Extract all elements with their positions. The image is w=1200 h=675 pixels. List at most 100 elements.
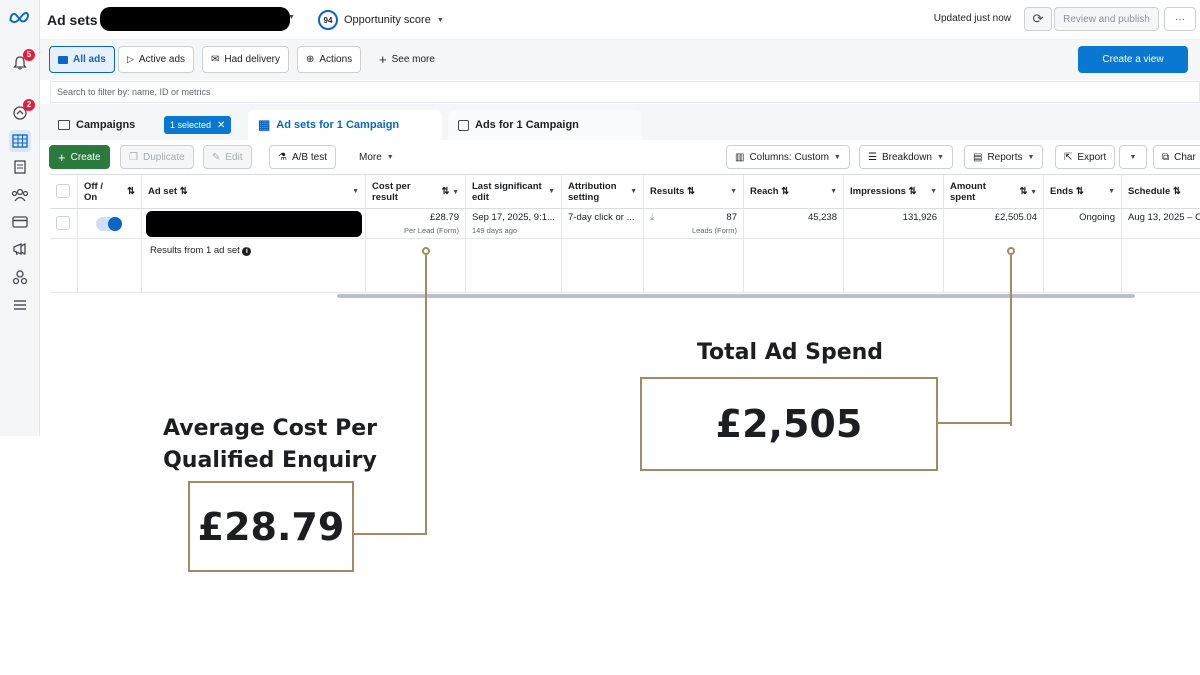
level-tabs: Campaigns 1 selected ✕ ▦ Ad sets for 1 C…	[40, 104, 1200, 140]
megaphone-icon[interactable]	[9, 238, 31, 260]
breakdown-button[interactable]: ☰ Breakdown ▼	[859, 145, 953, 169]
header-cost-per-result[interactable]: Cost per result ⇅ ▼	[366, 175, 466, 209]
summary-blank-cell	[78, 239, 142, 293]
updated-status: Updated just now	[933, 13, 1011, 24]
select-all-checkbox[interactable]	[56, 184, 70, 198]
header-attribution[interactable]: Attribution setting ▼	[562, 175, 644, 209]
top-bar: Ad sets ▼ 94 Opportunity score ▼ Updated…	[40, 0, 1200, 40]
header-impressions[interactable]: Impressions ⇅ ▼	[844, 175, 944, 209]
opportunity-score-button[interactable]: 94 Opportunity score ▼	[318, 10, 444, 30]
more-actions-button[interactable]: More ▼	[350, 145, 403, 169]
row-checkbox[interactable]	[56, 216, 70, 230]
cost-callout-line-horizontal	[353, 533, 427, 535]
grid-icon: ▦	[258, 117, 271, 132]
row-last-edit: Sep 17, 2025, 9:1... 149 days ago	[466, 209, 562, 239]
more-options-button[interactable]: ···	[1164, 7, 1196, 31]
header-schedule-label: Schedule	[1128, 186, 1171, 197]
reports-button[interactable]: ▤ Reports ▼	[964, 145, 1044, 169]
last-edit-value: Sep 17, 2025, 9:1...	[472, 212, 555, 223]
row-schedule: Aug 13, 2025 – O	[1122, 209, 1200, 239]
play-icon: ▷	[127, 54, 134, 64]
ads-manager-table-icon[interactable]	[9, 130, 31, 152]
filter-actions[interactable]: ⊕ Actions	[297, 46, 362, 73]
sort-icon: ⇅	[127, 186, 135, 197]
row-ad-set-name[interactable]	[142, 209, 366, 239]
cost-per-enquiry-title-line1: Average Cost Per	[163, 416, 377, 441]
more-label: More	[359, 151, 382, 163]
edit-button[interactable]: ✎ Edit	[203, 145, 252, 169]
tab-ad-sets-label: Ad sets for 1 Campaign	[276, 119, 400, 131]
tab-ads[interactable]: Ads for 1 Campaign	[448, 110, 642, 140]
cost-per-result-sub: Per Lead (Form)	[403, 226, 459, 235]
header-ad-set-label: Ad set	[148, 186, 178, 197]
refresh-button[interactable]: ⟳	[1024, 7, 1052, 31]
header-ends[interactable]: Ends ⇅ ▼	[1044, 175, 1122, 209]
meta-logo-icon[interactable]	[8, 10, 32, 24]
opportunity-score-value: 94	[318, 10, 338, 30]
charts-label: Char	[1174, 151, 1196, 163]
export-button[interactable]: ⇱ Export	[1055, 145, 1116, 169]
header-results[interactable]: Results ⇅ ▼	[644, 175, 744, 209]
folder-icon	[58, 55, 68, 64]
header-ad-set[interactable]: Ad set ⇅ ▼	[142, 175, 366, 209]
header-ad-set-chevron-icon: ▼	[352, 188, 359, 195]
header-attribution-chevron-icon: ▼	[630, 188, 637, 195]
export-dropdown-button[interactable]: ▼	[1119, 145, 1147, 169]
ab-test-button[interactable]: ⚗ A/B test	[269, 145, 336, 169]
sort-icon: ⇅	[908, 186, 917, 197]
tab-ad-sets[interactable]: ▦ Ad sets for 1 Campaign	[248, 110, 442, 140]
row-reach: 45,238	[744, 209, 844, 239]
audiences-icon[interactable]	[9, 184, 31, 206]
create-view-button[interactable]: Create a view	[1078, 46, 1188, 73]
notifications-bell-icon[interactable]: 5	[9, 49, 35, 74]
filter-all-ads[interactable]: All ads	[49, 46, 115, 73]
duplicate-button[interactable]: ❐ Duplicate	[120, 145, 194, 169]
review-publish-button[interactable]: Review and publish	[1054, 7, 1159, 31]
filter-active-ads[interactable]: ▷ Active ads	[118, 46, 195, 73]
header-reach[interactable]: Reach ⇅ ▼	[744, 175, 844, 209]
horizontal-scrollbar[interactable]	[337, 294, 1135, 298]
filter-bar: All ads ▷ Active ads ✉ Had delivery ⊕ Ac…	[40, 40, 1200, 80]
filter-had-delivery[interactable]: ✉ Had delivery	[202, 46, 289, 73]
all-tools-menu-icon[interactable]	[9, 294, 31, 316]
search-input[interactable]: Search to filter by: name, ID or metrics	[50, 81, 1200, 103]
row-amount-spent: £2,505.04	[944, 209, 1044, 239]
header-last-edit-chevron-icon: ▼	[548, 188, 555, 195]
edit-label: Edit	[225, 151, 243, 163]
cost-per-enquiry-title: Average Cost Per Qualified Enquiry	[140, 413, 400, 477]
account-overview-icon[interactable]: 2	[9, 99, 35, 124]
header-amount-spent[interactable]: Amount spent ⇅ ▼	[944, 175, 1044, 209]
sort-icon: ⇅	[686, 186, 695, 197]
header-results-chevron-icon: ▼	[730, 188, 737, 195]
header-last-edit[interactable]: Last significant edit ▼	[466, 175, 562, 209]
opportunity-score-label: Opportunity score	[344, 14, 431, 26]
account-chevron-down-icon[interactable]: ▼	[288, 14, 295, 21]
results-sub: Leads (Form)	[691, 226, 737, 235]
header-cost-per-result-label: Cost per result	[372, 180, 411, 203]
amount-spent-value: £2,505.04	[994, 212, 1037, 223]
summary-cell	[944, 239, 1044, 293]
header-last-edit-label: Last significant edit	[472, 180, 542, 203]
columns-button[interactable]: ▥ Columns: Custom ▼	[726, 145, 850, 169]
selected-chip[interactable]: 1 selected ✕	[164, 116, 232, 134]
header-attribution-label: Attribution setting	[568, 180, 617, 203]
row-checkbox-cell	[50, 209, 78, 239]
info-icon[interactable]: i	[242, 247, 252, 256]
summary-cell	[844, 239, 944, 293]
ad-set-toggle[interactable]	[96, 217, 122, 231]
see-more-button[interactable]: + See more	[370, 46, 444, 73]
more-chevron-down-icon: ▼	[386, 153, 394, 161]
business-settings-icon[interactable]	[9, 266, 31, 288]
summary-cell	[644, 239, 744, 293]
clear-selection-icon[interactable]: ✕	[217, 120, 225, 131]
circle-arrow-icon: ⊕	[306, 54, 315, 65]
billing-card-icon[interactable]	[9, 211, 31, 233]
header-schedule[interactable]: Schedule ⇅	[1122, 175, 1200, 209]
header-off-on[interactable]: Off / On ⇅	[78, 175, 142, 209]
breakdown-icon: ☰	[868, 151, 877, 163]
pages-icon[interactable]	[9, 156, 31, 178]
columns-label: Columns: Custom	[749, 151, 829, 163]
cost-per-result-value: £28.79	[429, 212, 459, 223]
create-button[interactable]: + Create	[49, 145, 110, 169]
charts-button[interactable]: ⧉ Char	[1153, 145, 1200, 169]
